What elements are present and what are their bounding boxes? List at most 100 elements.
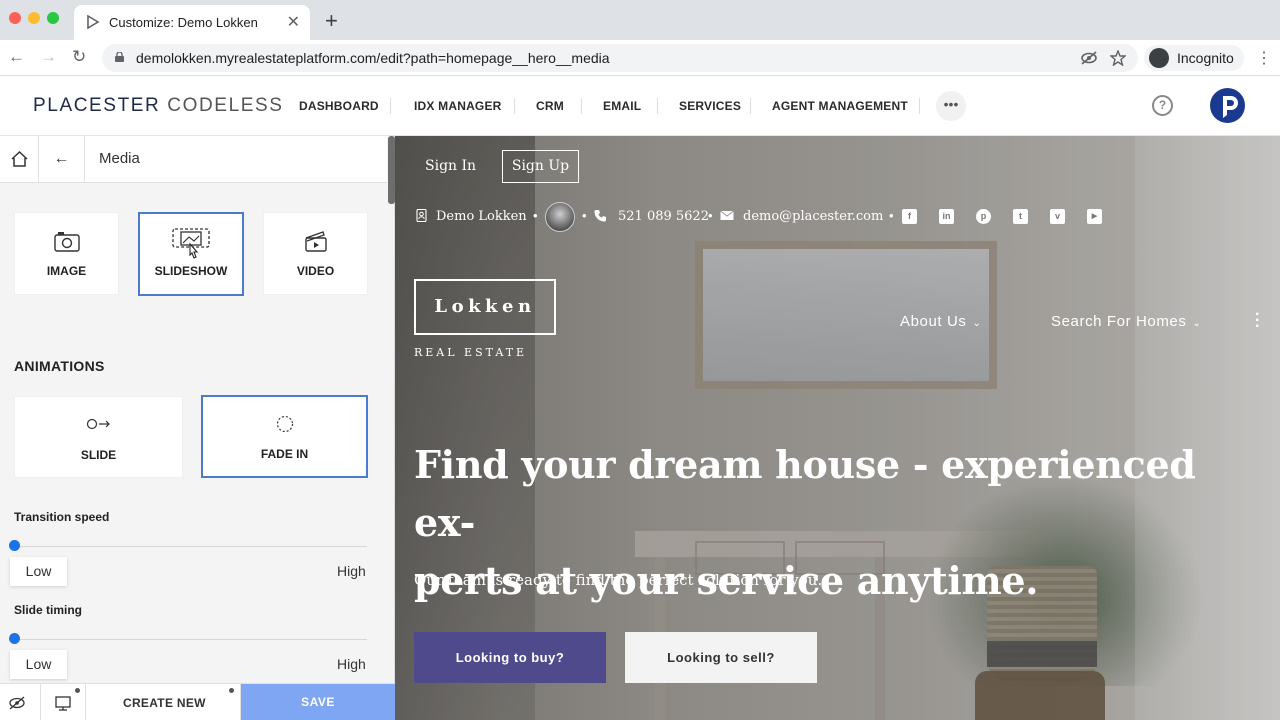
separator-dot: •	[889, 208, 894, 223]
reload-button[interactable]: ↻	[72, 47, 86, 67]
nav-crm[interactable]: CRM	[536, 99, 564, 113]
placester-favicon-icon	[87, 15, 100, 29]
sign-up-button[interactable]: Sign Up	[502, 150, 579, 183]
url-text: demolokken.myrealestateplatform.com/edit…	[136, 50, 610, 66]
panel-footer: CREATE NEW SAVE	[0, 683, 395, 720]
sign-in-link[interactable]: Sign In	[425, 158, 476, 174]
media-type-slideshow[interactable]: SLIDESHOW	[138, 212, 244, 296]
forward-button[interactable]: →	[40, 47, 57, 67]
slide-timing-track[interactable]	[14, 639, 367, 640]
media-type-label: SLIDESHOW	[154, 264, 228, 278]
facebook-icon[interactable]: f	[902, 209, 917, 224]
lock-icon	[115, 52, 124, 62]
hero-title-line: Find your dream house - experienced ex-	[414, 442, 1196, 545]
eye-off-icon[interactable]	[1080, 50, 1098, 66]
nav-divider	[919, 98, 920, 114]
nav-divider	[750, 98, 751, 114]
pinterest-icon[interactable]: p	[976, 209, 991, 224]
animation-fade-in[interactable]: FADE IN	[201, 395, 368, 478]
browser-tab[interactable]: Customize: Demo Lokken ✕	[74, 5, 310, 40]
user-logo-icon	[1223, 96, 1238, 118]
hero-subtitle: Our team is ready to find the perfect so…	[414, 571, 823, 589]
more-menu-button[interactable]: •••	[936, 91, 966, 121]
help-icon[interactable]: ?	[1152, 95, 1173, 116]
media-type-video[interactable]: VIDEO	[263, 212, 368, 295]
animation-label: FADE IN	[260, 447, 309, 461]
chevron-down-icon: ⌄	[1192, 318, 1202, 329]
nav-idx-manager[interactable]: IDX MANAGER	[414, 99, 502, 113]
agent-photo	[545, 202, 575, 232]
nav-divider	[514, 98, 515, 114]
device-preview-button[interactable]	[41, 684, 86, 720]
slide-timing-thumb[interactable]	[9, 633, 20, 644]
agent-id-icon	[416, 209, 427, 222]
close-tab-icon[interactable]: ✕	[287, 12, 300, 32]
chevron-down-icon: ⌄	[972, 318, 982, 329]
site-nav-label: About Us	[900, 313, 967, 330]
panel-header: ← Media	[0, 136, 387, 183]
panel-scrollbar[interactable]	[388, 136, 395, 204]
new-tab-button[interactable]: +	[325, 8, 338, 34]
app-header: PLACESTER CODELESS DASHBOARD IDX MANAGER…	[0, 76, 1280, 136]
browser-tab-bar: Customize: Demo Lokken ✕ +	[0, 0, 1280, 40]
looking-to-sell-button[interactable]: Looking to sell?	[625, 632, 817, 683]
site-logo[interactable]: Lokken	[414, 279, 556, 335]
site-nav-label: Search For Homes	[1051, 313, 1187, 330]
brand-secondary: CODELESS	[167, 95, 284, 116]
notification-dot	[229, 688, 234, 693]
phone-number[interactable]: 521 089 5622	[618, 209, 709, 224]
slide-arrow-icon	[86, 418, 110, 430]
nav-services[interactable]: SERVICES	[679, 99, 741, 113]
vimeo-icon[interactable]: v	[1050, 209, 1065, 224]
create-new-button[interactable]: CREATE NEW	[86, 684, 241, 720]
placester-codeless-logo[interactable]: PLACESTER CODELESS	[33, 95, 284, 117]
separator-dot: •	[708, 208, 713, 223]
transition-speed-thumb[interactable]	[9, 540, 20, 551]
media-type-label: VIDEO	[296, 264, 335, 278]
nav-dashboard[interactable]: DASHBOARD	[299, 99, 379, 113]
window-zoom-button[interactable]	[47, 12, 59, 24]
email-address[interactable]: demo@placester.com	[743, 209, 883, 224]
incognito-indicator[interactable]: Incognito	[1144, 45, 1244, 71]
incognito-label: Incognito	[1177, 50, 1234, 66]
youtube-icon[interactable]: ▶	[1087, 209, 1102, 224]
looking-to-buy-button[interactable]: Looking to buy?	[414, 632, 606, 683]
slide-timing-high-label: High	[337, 656, 366, 672]
site-menu-kebab-icon[interactable]: · · ·	[1255, 307, 1261, 335]
media-type-image[interactable]: IMAGE	[14, 212, 119, 295]
eye-off-icon	[9, 696, 25, 710]
animation-slide[interactable]: SLIDE	[14, 396, 183, 478]
customizer-panel: ← Media IMAGE SLIDESHOW VIDEO ANIMATIONS	[0, 136, 395, 720]
home-button[interactable]	[0, 136, 39, 183]
brand-primary: PLACESTER	[33, 95, 161, 116]
nav-email[interactable]: EMAIL	[603, 99, 641, 113]
phone-icon	[594, 210, 606, 222]
window-close-button[interactable]	[9, 12, 21, 24]
back-button[interactable]: ←	[8, 47, 25, 67]
transition-speed-track[interactable]	[14, 546, 367, 547]
transition-speed-low-label: Low	[10, 557, 67, 586]
panel-title: Media	[99, 150, 140, 167]
hide-preview-button[interactable]	[0, 684, 41, 720]
linkedin-icon[interactable]: in	[939, 209, 954, 224]
avatar[interactable]	[1210, 88, 1245, 123]
fade-circle-icon	[276, 415, 293, 433]
separator-dot: •	[582, 208, 587, 223]
slideshow-icon	[172, 228, 210, 259]
nav-agent-management[interactable]: AGENT MANAGEMENT	[772, 99, 908, 113]
back-arrow-button[interactable]: ←	[39, 136, 85, 183]
nav-divider	[581, 98, 582, 114]
site-nav-search-for-homes[interactable]: Search For Homes ⌄	[1051, 313, 1201, 330]
address-bar: ← → ↻ demolokken.myrealestateplatform.co…	[0, 40, 1280, 76]
save-button[interactable]: SAVE	[241, 684, 395, 720]
site-nav-about-us[interactable]: About Us ⌄	[900, 313, 981, 330]
url-input[interactable]: demolokken.myrealestateplatform.com/edit…	[102, 44, 1138, 72]
browser-menu-kebab-icon[interactable]: ⋮	[1256, 48, 1272, 68]
twitter-icon[interactable]: t	[1013, 209, 1028, 224]
site-preview: Sign In Sign Up Demo Lokken • • 521 089 …	[395, 136, 1280, 720]
animations-heading: ANIMATIONS	[14, 358, 105, 374]
logo-subtitle: REAL ESTATE	[414, 346, 528, 359]
window-minimize-button[interactable]	[28, 12, 40, 24]
star-icon[interactable]	[1110, 50, 1126, 66]
media-type-label: IMAGE	[46, 264, 87, 278]
